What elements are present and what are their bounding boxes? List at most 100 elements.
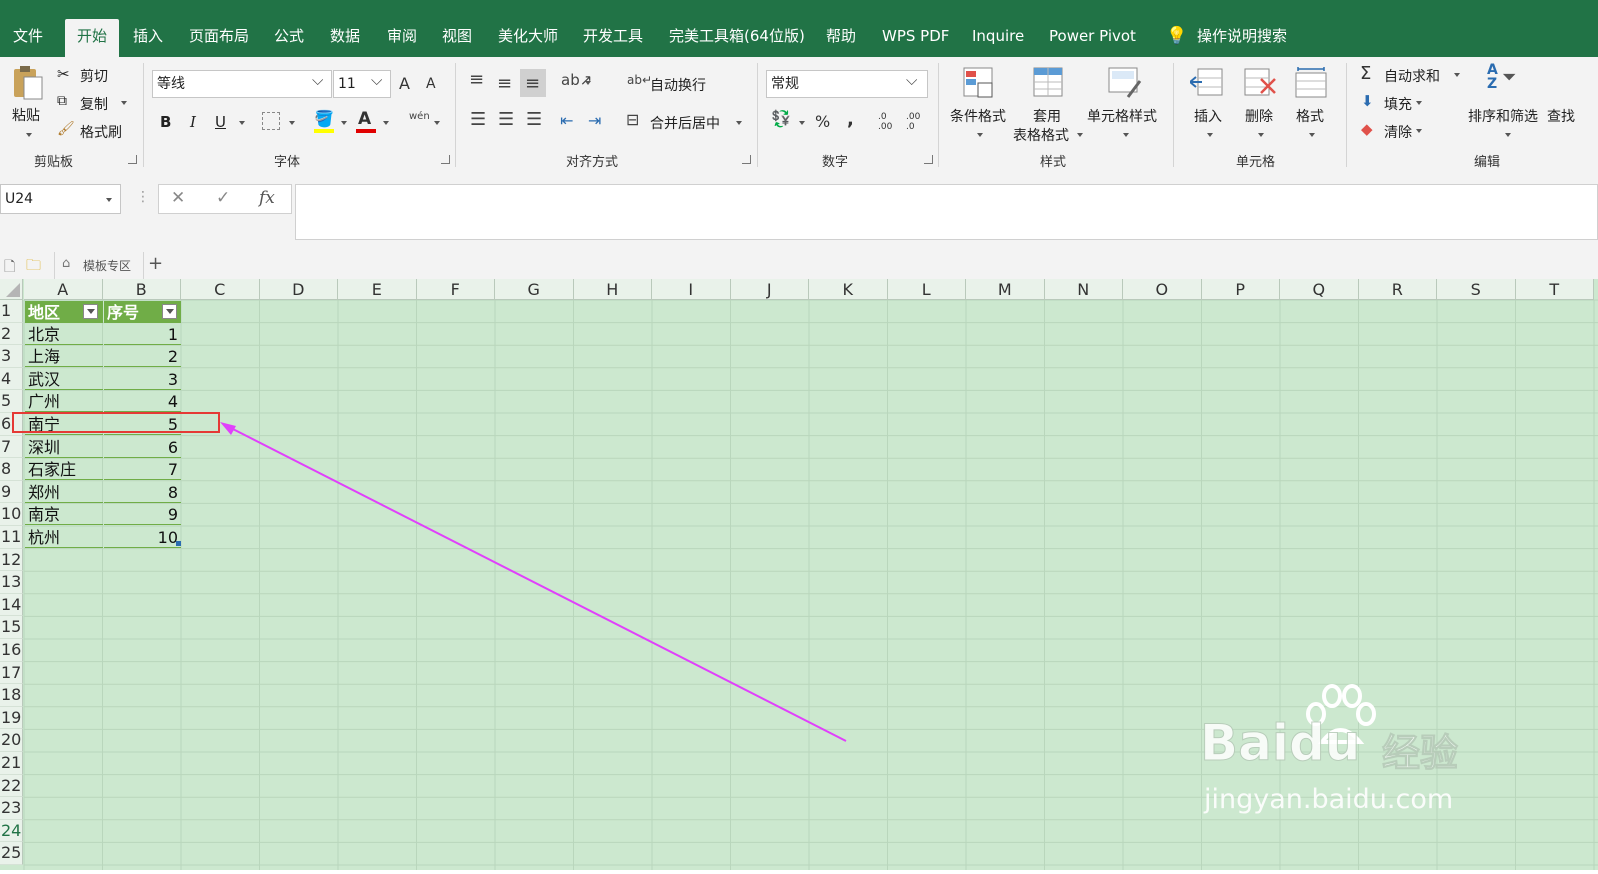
orientation-icon[interactable]: ab↗ <box>561 71 592 89</box>
delete-cells-button[interactable]: 删除 <box>1245 106 1273 126</box>
copy-button[interactable]: 复制 <box>80 94 108 114</box>
format-as-table-icon[interactable] <box>1033 67 1065 99</box>
dialog-launcher-icon[interactable] <box>742 155 751 164</box>
chevron-down-icon[interactable] <box>799 121 805 125</box>
tab-review[interactable]: 审阅 <box>387 22 417 57</box>
tab-formulas[interactable]: 公式 <box>274 22 304 57</box>
decrease-indent-icon[interactable]: ⇤ <box>560 111 573 130</box>
worksheet[interactable]: ABCDEFGHIJKLMNOPQRST 1 2 3 4 5 6 7 8 9 10 11 12 13 14… <box>0 279 1598 870</box>
chevron-down-icon[interactable] <box>1505 133 1511 137</box>
chevron-down-icon[interactable] <box>106 198 112 202</box>
tab-perfect-toolbox[interactable]: 完美工具箱(64位版) <box>669 22 805 57</box>
tab-insert[interactable]: 插入 <box>133 22 163 57</box>
new-document-icon[interactable]: 🗋 <box>4 256 15 280</box>
tab-inquire[interactable]: Inquire <box>972 22 1024 57</box>
tab-beautify-master[interactable]: 美化大师 <box>498 22 558 57</box>
chevron-down-icon[interactable] <box>1416 129 1422 133</box>
find-button[interactable]: 查找 <box>1547 106 1575 126</box>
insert-function-icon[interactable]: fx <box>259 188 275 208</box>
merge-center-button[interactable]: 合并后居中 <box>650 113 720 133</box>
phonetic-guide-icon[interactable]: wén <box>409 111 430 122</box>
decrease-decimal-button[interactable]: .00 .0 <box>906 112 926 132</box>
chevron-down-icon[interactable] <box>434 121 440 125</box>
wrap-text-button[interactable]: 自动换行 <box>650 75 706 95</box>
cancel-icon[interactable]: ✕ <box>171 188 185 208</box>
chevron-down-icon[interactable] <box>1309 133 1315 137</box>
currency-icon[interactable]: 💱 <box>771 109 791 128</box>
align-right-icon[interactable]: ☰ <box>526 109 542 130</box>
paste-button[interactable]: 粘贴 <box>12 105 40 125</box>
increase-indent-icon[interactable]: ⇥ <box>588 111 601 130</box>
number-format-field[interactable]: 常规 <box>766 70 928 98</box>
tab-help[interactable]: 帮助 <box>826 22 856 57</box>
chevron-down-icon[interactable]: ⌵ <box>371 71 382 89</box>
chevron-down-icon[interactable] <box>585 81 591 85</box>
align-top-icon[interactable]: ≡ <box>469 69 484 90</box>
delete-cells-icon[interactable] <box>1243 67 1277 99</box>
chevron-down-icon[interactable] <box>1207 133 1213 137</box>
name-box[interactable]: U24 <box>0 184 121 214</box>
bold-button[interactable]: B <box>160 113 171 131</box>
conditional-format-icon[interactable] <box>963 67 995 99</box>
chevron-down-icon[interactable] <box>121 101 127 105</box>
align-middle-icon[interactable]: ≡ <box>497 73 512 94</box>
chevron-down-icon[interactable] <box>341 121 347 125</box>
align-center-icon[interactable]: ☰ <box>498 109 514 130</box>
chevron-down-icon[interactable]: ⌵ <box>906 71 917 89</box>
autosum-button[interactable]: 自动求和 <box>1384 66 1440 86</box>
enter-icon[interactable]: ✓ <box>216 188 230 208</box>
chevron-down-icon[interactable] <box>383 121 389 125</box>
chevron-down-icon[interactable] <box>1077 133 1083 137</box>
insert-cells-button[interactable]: 插入 <box>1194 106 1222 126</box>
tab-wps-pdf[interactable]: WPS PDF <box>882 22 949 57</box>
cell-styles-icon[interactable] <box>1108 67 1142 99</box>
template-tab[interactable]: ⌂ 模板专区 <box>54 252 144 279</box>
chevron-down-icon[interactable] <box>1123 133 1129 137</box>
chevron-down-icon[interactable]: ⌵ <box>312 71 323 89</box>
font-color-button[interactable]: A <box>358 109 371 129</box>
chevron-down-icon[interactable] <box>26 133 32 137</box>
add-tab-button[interactable]: + <box>148 253 163 274</box>
tab-power-pivot[interactable]: Power Pivot <box>1049 22 1136 57</box>
chevron-down-icon[interactable] <box>1416 101 1422 105</box>
align-left-icon[interactable]: ☰ <box>470 109 486 130</box>
tell-me-search[interactable]: 操作说明搜索 <box>1197 22 1287 57</box>
align-bottom-icon[interactable]: ≡ <box>520 69 546 97</box>
chevron-down-icon[interactable] <box>1258 133 1264 137</box>
increase-decimal-button[interactable]: .0 .00 <box>878 112 898 132</box>
shrink-font-button[interactable]: A <box>426 76 436 92</box>
format-painter-button[interactable]: 格式刷 <box>80 122 122 142</box>
font-name-field[interactable]: 等线 <box>152 70 332 98</box>
conditional-format-button[interactable]: 条件格式 <box>950 106 1006 126</box>
clear-button[interactable]: 清除 <box>1384 122 1412 142</box>
tab-data[interactable]: 数据 <box>330 22 360 57</box>
insert-cells-icon[interactable] <box>1188 67 1224 99</box>
format-as-table-button[interactable]: 表格格式 <box>1013 125 1069 145</box>
dialog-launcher-icon[interactable] <box>441 155 450 164</box>
format-as-table-label[interactable]: 套用 <box>1033 106 1061 126</box>
underline-button[interactable]: U <box>215 113 226 131</box>
format-cells-button[interactable]: 格式 <box>1296 106 1324 126</box>
sort-filter-icon[interactable]: AZ <box>1487 63 1498 91</box>
tab-file[interactable]: 文件 <box>13 22 43 57</box>
formula-input[interactable] <box>295 184 1598 240</box>
cell-styles-button[interactable]: 单元格样式 <box>1087 106 1157 126</box>
percent-button[interactable]: % <box>815 112 830 131</box>
chevron-down-icon[interactable] <box>1454 73 1460 77</box>
comma-button[interactable]: , <box>847 109 854 130</box>
fill-button[interactable]: 填充 <box>1384 94 1412 114</box>
paste-icon[interactable] <box>10 65 44 101</box>
cut-button[interactable]: 剪切 <box>80 66 108 86</box>
italic-button[interactable]: I <box>190 113 196 131</box>
folder-icon[interactable]: 🗀 <box>26 255 41 280</box>
dialog-launcher-icon[interactable] <box>128 155 137 164</box>
chevron-down-icon[interactable] <box>289 121 295 125</box>
fill-color-icon[interactable]: 🪣 <box>314 109 334 128</box>
dialog-launcher-icon[interactable] <box>924 155 933 164</box>
chevron-down-icon[interactable] <box>736 121 742 125</box>
chevron-down-icon[interactable] <box>239 121 245 125</box>
sort-filter-button[interactable]: 排序和筛选 <box>1468 106 1538 126</box>
borders-icon[interactable] <box>262 112 280 130</box>
format-cells-icon[interactable] <box>1294 67 1328 99</box>
tab-home[interactable]: 开始 <box>65 19 120 57</box>
